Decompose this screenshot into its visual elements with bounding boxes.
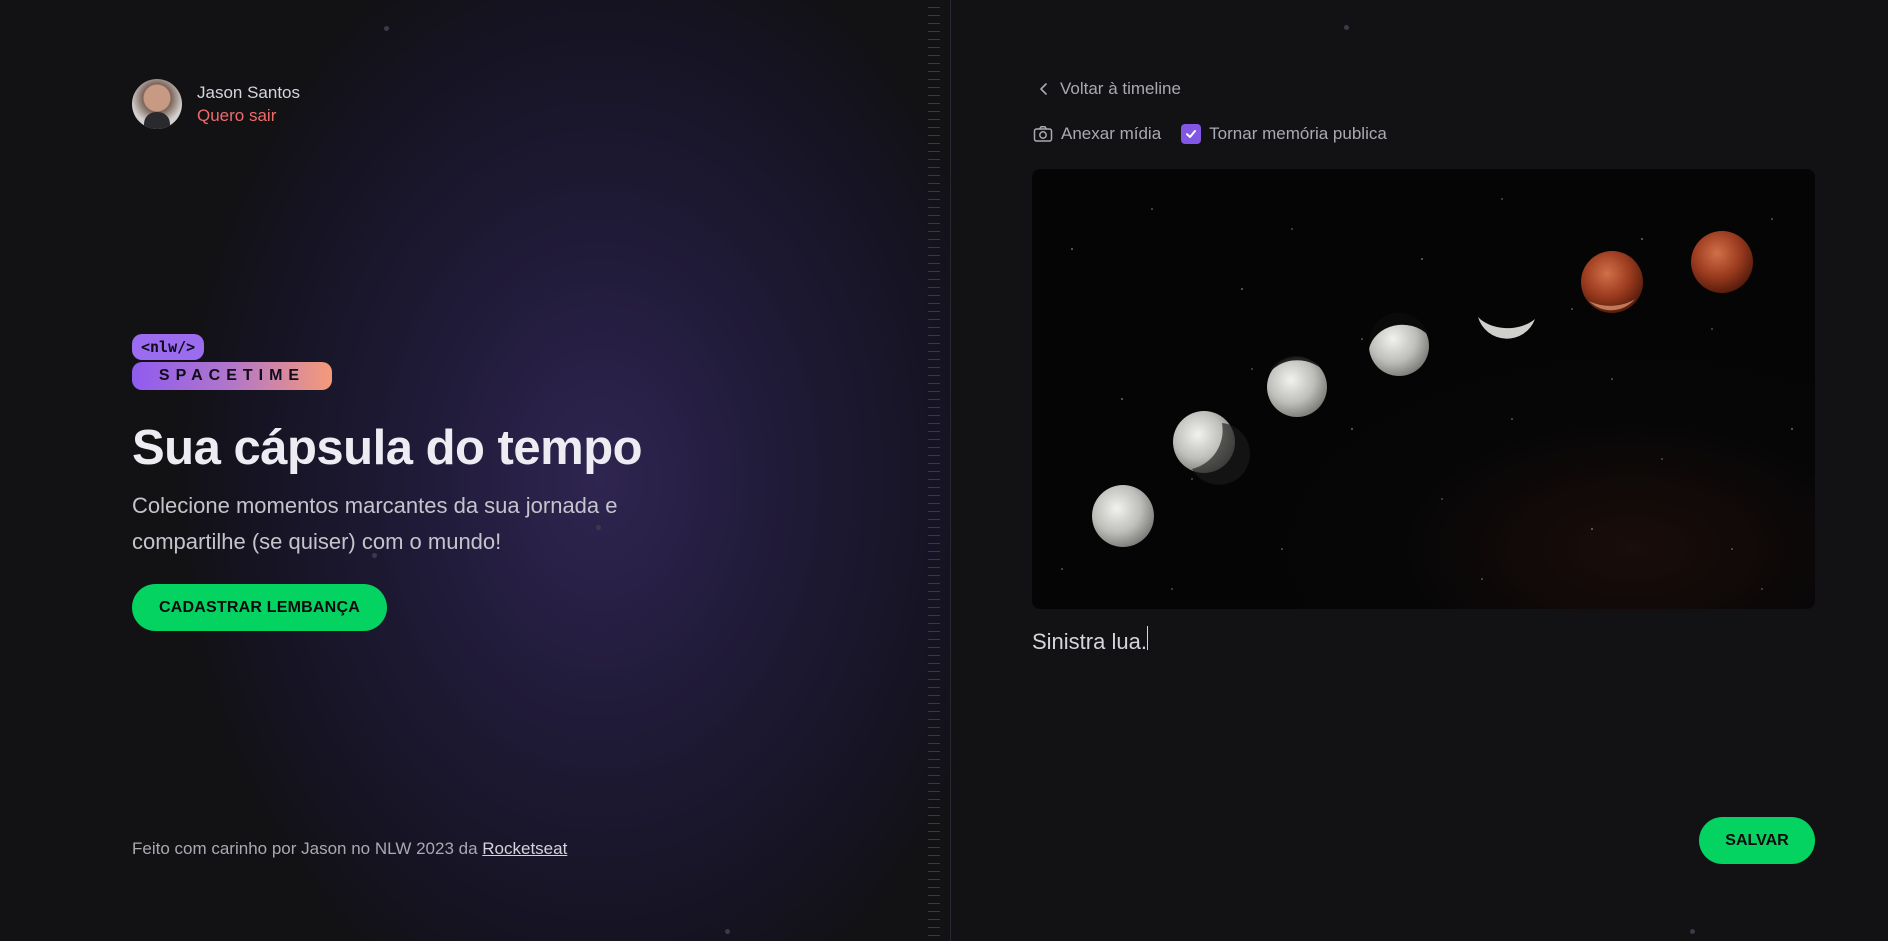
attach-media-button[interactable]: Anexar mídia — [1033, 124, 1161, 144]
text-cursor — [1147, 626, 1148, 650]
check-icon — [1186, 130, 1197, 138]
hero-panel: Jason Santos Quero sair <nlw/> SPACETIME… — [0, 0, 951, 941]
public-memory-label: Tornar memória publica — [1209, 124, 1387, 143]
new-memory-editor: Voltar à timeline Anexar mídia Tornar me… — [951, 0, 1888, 941]
nlw-spacetime-logo: <nlw/> SPACETIME — [132, 334, 332, 390]
logo-spacetime-bar: SPACETIME — [132, 362, 332, 390]
ruler-stripes — [928, 0, 940, 941]
footer-credits: Feito com carinho por Jason no NLW 2023 … — [132, 839, 567, 859]
star-dot — [384, 26, 389, 31]
lunar-eclipse-photo — [1061, 198, 1793, 590]
star-dot — [1690, 929, 1695, 934]
footer-text: Feito com carinho por Jason no NLW 2023 … — [132, 839, 483, 858]
attach-media-label: Anexar mídia — [1061, 124, 1162, 143]
editor-toolbar: Anexar mídia Tornar memória publica — [1033, 124, 1387, 144]
camera-icon — [1033, 126, 1053, 142]
avatar[interactable] — [132, 79, 182, 129]
public-checkbox[interactable] — [1181, 124, 1202, 144]
user-info: Jason Santos Quero sair — [197, 81, 300, 127]
public-memory-toggle[interactable]: Tornar memória publica — [1181, 124, 1387, 144]
back-to-timeline-link[interactable]: Voltar à timeline — [1036, 79, 1181, 99]
user-name: Jason Santos — [197, 83, 301, 102]
save-button[interactable]: SALVAR — [1699, 817, 1815, 864]
user-profile: Jason Santos Quero sair — [132, 79, 300, 129]
hero-title: Sua cápsula do tempo — [132, 421, 643, 475]
star-dot — [1344, 25, 1349, 30]
chevron-left-icon — [1040, 83, 1047, 95]
register-memory-button[interactable]: CADASTRAR LEMBANÇA — [132, 584, 387, 631]
hero-subtitle: Colecione momentos marcantes da sua jorn… — [132, 493, 618, 554]
logout-link[interactable]: Quero sair — [197, 105, 300, 127]
memory-caption-input[interactable] — [1032, 622, 1815, 662]
logo-nlw-tag: <nlw/> — [132, 334, 205, 360]
star-dot — [725, 929, 730, 934]
media-preview[interactable] — [1032, 169, 1815, 609]
back-label: Voltar à timeline — [1060, 79, 1181, 98]
rocketseat-link[interactable]: Rocketseat — [482, 839, 567, 858]
